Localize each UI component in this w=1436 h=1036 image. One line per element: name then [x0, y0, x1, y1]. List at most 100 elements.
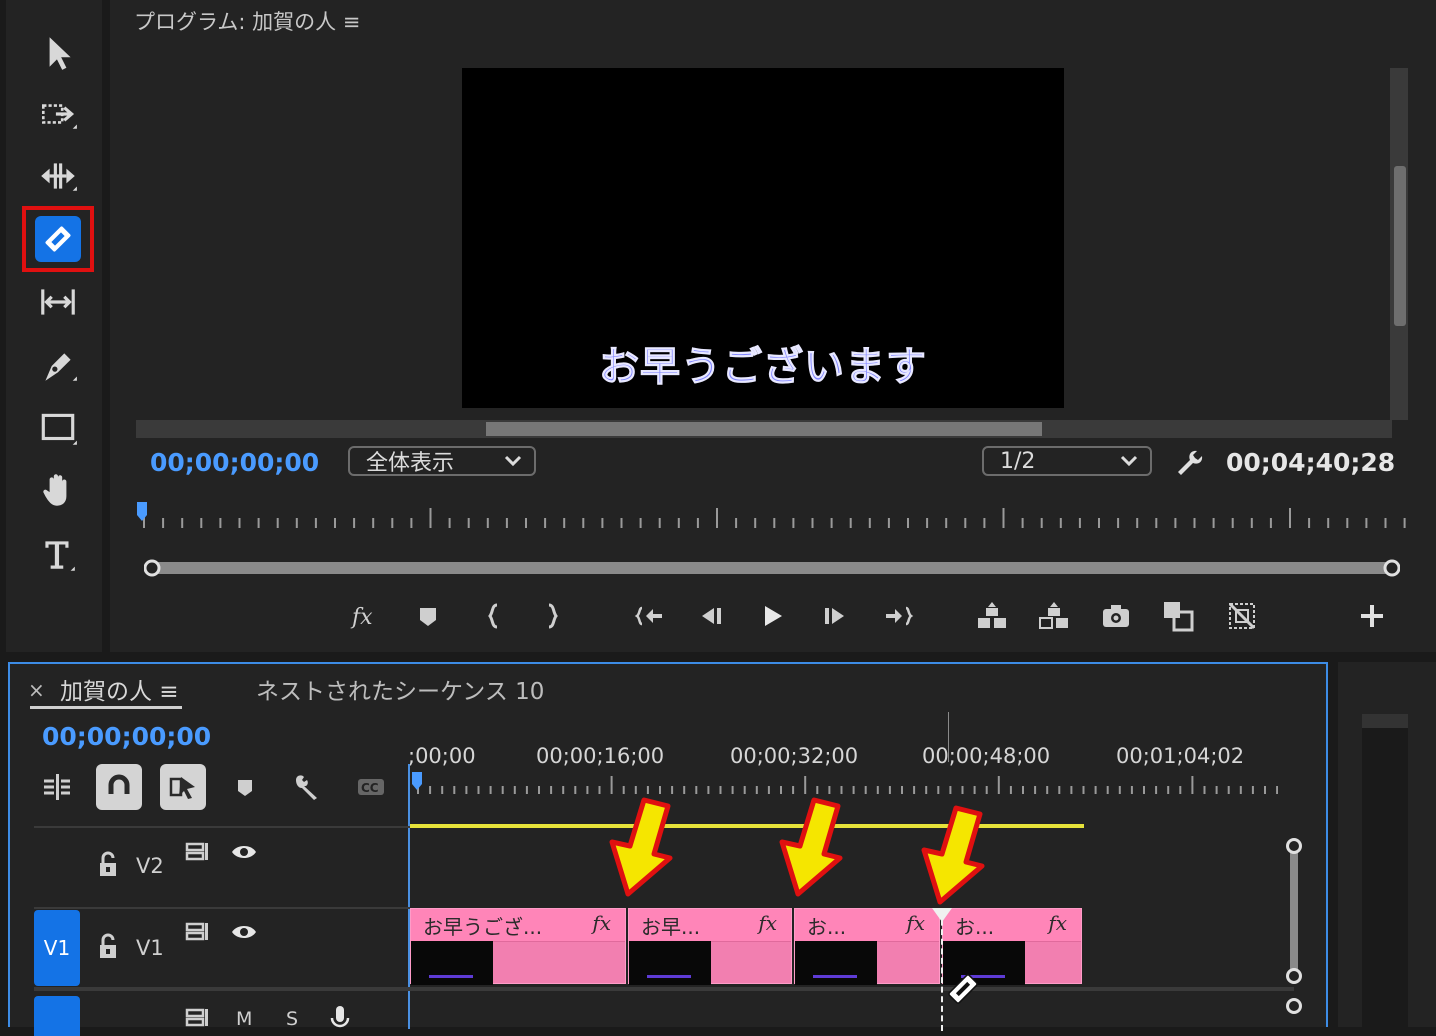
timeline-vertical-zoom-bar[interactable]	[1286, 838, 1302, 1032]
microphone-icon[interactable]	[326, 1004, 354, 1032]
ripple-edit-icon[interactable]	[28, 150, 88, 202]
snap-icon[interactable]	[96, 764, 142, 810]
close-tab-button[interactable]: ×	[28, 678, 45, 702]
lift-icon[interactable]	[974, 598, 1010, 634]
audio-meter	[1362, 714, 1408, 1027]
clip-fx-badge[interactable]: fx	[906, 911, 925, 935]
edit-point-marker	[932, 908, 952, 922]
mark-out-icon[interactable]	[534, 598, 570, 634]
timeline-playhead-line	[948, 712, 949, 762]
razor-icon	[35, 216, 81, 262]
lock-track-icon[interactable]	[94, 850, 122, 878]
horizontal-scroll-thumb[interactable]	[486, 422, 1042, 436]
wrench-icon[interactable]	[1174, 446, 1206, 478]
clip-thumbnail	[411, 941, 493, 985]
source-patch-a1[interactable]	[34, 996, 80, 1036]
export-frame-icon[interactable]	[1098, 598, 1134, 634]
razor-cut-line	[941, 910, 943, 1031]
timeline-timecode[interactable]: 00;00;00;00	[42, 722, 211, 751]
slip-tool-icon[interactable]	[28, 276, 88, 328]
monitor-title[interactable]: プログラム: 加賀の人 ≡	[134, 6, 360, 36]
clip-fx-badge[interactable]: fx	[592, 911, 611, 935]
svg-text:fx: fx	[350, 605, 373, 630]
chevron-down-icon	[504, 455, 522, 467]
subtitle-text: お早うございます	[599, 343, 927, 391]
zoom-scroll-bar[interactable]	[144, 558, 1400, 578]
type-tool-icon[interactable]	[28, 528, 88, 580]
sequence-duration: 00;04;40;28	[1226, 448, 1396, 477]
playhead-timecode[interactable]: 00;00;00;00	[150, 448, 319, 477]
timeline-time-ruler[interactable]	[410, 772, 1278, 796]
mark-in-icon[interactable]	[476, 598, 512, 634]
ruler-label-4: 00;01;04;02	[1116, 744, 1245, 768]
resolution-value: 1/2	[1000, 448, 1036, 474]
hand-tool-icon[interactable]	[28, 464, 88, 516]
lock-track-icon[interactable]	[94, 932, 122, 960]
annotation-arrow-icon	[609, 797, 673, 897]
zoom-level-select[interactable]: 全体表示	[348, 446, 536, 476]
video-preview: お早うございます	[462, 68, 1064, 408]
vertical-scroll-thumb[interactable]	[1394, 166, 1406, 326]
marker-icon[interactable]	[410, 598, 446, 634]
safe-margins-icon[interactable]	[1224, 598, 1260, 634]
track-label-v1: V1	[136, 936, 164, 960]
timeline-panel: × 加賀の人 ≡ ネストされたシーケンス 10 00;00;00;00 CC ;…	[8, 662, 1328, 1036]
timeline-wrench-icon[interactable]	[284, 764, 330, 810]
play-icon[interactable]	[754, 598, 790, 634]
ruler-label-2: 00;00;32;00	[730, 744, 859, 768]
timeline-playhead[interactable]	[412, 772, 422, 790]
razor-tool-button[interactable]	[22, 206, 94, 272]
clip-2[interactable]: お早... fx	[628, 908, 792, 985]
source-patch-v1[interactable]: V1	[34, 910, 80, 986]
go-to-in-icon[interactable]	[632, 598, 668, 634]
annotation-arrow-icon	[921, 805, 985, 905]
fx-icon[interactable]: fx	[346, 598, 382, 634]
clip-fx-badge[interactable]: fx	[1048, 911, 1067, 935]
clip-name: お早うござ...	[423, 915, 543, 939]
tab-sequence-active[interactable]: 加賀の人 ≡	[60, 672, 179, 706]
linked-selection-icon[interactable]	[160, 764, 206, 810]
track-divider	[34, 907, 410, 909]
clip-3[interactable]: お... fx	[794, 908, 940, 985]
chevron-down-icon	[1120, 455, 1138, 467]
ruler-label-0: ;00;00	[408, 744, 476, 768]
clip-fx-badge[interactable]: fx	[758, 911, 777, 935]
monitor-time-ruler[interactable]	[136, 500, 1406, 530]
pen-tool-icon[interactable]	[28, 340, 88, 392]
go-to-out-icon[interactable]	[880, 598, 916, 634]
sync-lock-icon[interactable]	[184, 1004, 212, 1032]
clip-name: お早...	[641, 915, 701, 939]
track-divider	[34, 826, 410, 828]
add-marker-icon[interactable]	[222, 764, 268, 810]
step-back-icon[interactable]	[694, 598, 730, 634]
eye-icon[interactable]	[230, 838, 258, 866]
clip-name: お...	[955, 915, 995, 939]
clip-1[interactable]: お早うござ... fx	[410, 908, 626, 985]
program-monitor-panel: プログラム: 加賀の人 ≡ お早うございます 00;00;00;00 全体表示 …	[110, 0, 1436, 652]
tab-nested-sequence[interactable]: ネストされたシーケンス 10	[256, 672, 544, 706]
track-select-forward-icon[interactable]	[28, 88, 88, 140]
monitor-playhead[interactable]	[136, 501, 148, 523]
rectangle-tool-icon[interactable]	[28, 402, 88, 454]
compare-view-icon[interactable]	[1160, 598, 1196, 634]
captions-icon[interactable]: CC	[348, 764, 394, 810]
clip-thumbnail	[629, 941, 711, 985]
add-button-icon[interactable]	[1354, 598, 1390, 634]
razor-cursor-icon	[948, 974, 978, 1004]
step-forward-icon[interactable]	[816, 598, 852, 634]
sync-lock-icon[interactable]	[184, 838, 212, 866]
track-divider[interactable]	[34, 987, 1294, 991]
tools-panel	[6, 0, 102, 652]
eye-icon[interactable]	[230, 918, 258, 946]
audio-meter-panel	[1338, 662, 1436, 1027]
ruler-label-3: 00;00;48;00	[922, 744, 1051, 768]
track-label-v2: V2	[136, 854, 164, 878]
zoom-level-value: 全体表示	[366, 451, 455, 476]
extract-icon[interactable]	[1036, 598, 1072, 634]
nest-insert-icon[interactable]	[34, 764, 80, 810]
clip-name: お...	[807, 915, 847, 939]
active-tab-underline	[30, 706, 182, 709]
playback-resolution-select[interactable]: 1/2	[982, 446, 1152, 476]
selection-tool-icon[interactable]	[28, 26, 88, 78]
sync-lock-icon[interactable]	[184, 918, 212, 946]
